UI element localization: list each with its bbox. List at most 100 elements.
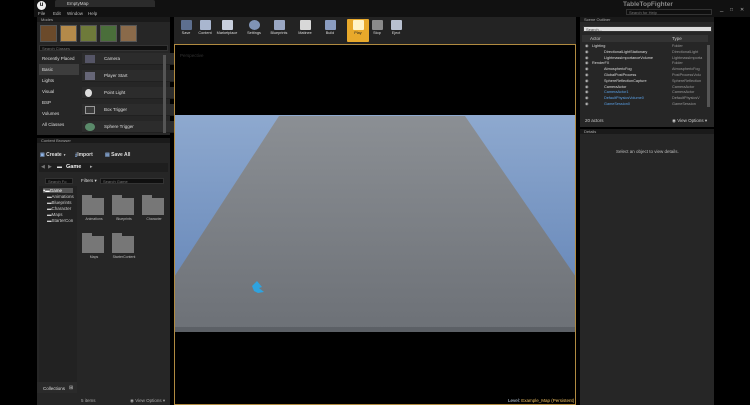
forward-icon[interactable]: ▶ bbox=[48, 164, 52, 170]
category-volumes[interactable]: Volumes bbox=[39, 108, 79, 119]
visibility-eye-icon[interactable]: ◉ bbox=[585, 102, 588, 107]
outliner-row[interactable]: ◉ SphereReflectionCapture SphereReflection bbox=[582, 79, 710, 84]
outliner-row[interactable]: ◉ GlobalPostProcess PostProcessVolu bbox=[582, 73, 710, 78]
asset-view: Animations Blueprints Character Maps Sta… bbox=[79, 186, 168, 396]
level-tab-label: EmptyMap bbox=[67, 1, 89, 6]
back-icon[interactable]: ◀ bbox=[41, 164, 45, 170]
foliage-mode-icon[interactable] bbox=[100, 25, 117, 42]
outliner-row[interactable]: ◉ LightmassImportanceVolume LightmassImpor… bbox=[582, 56, 710, 61]
import-button[interactable]: ⤓Import bbox=[75, 152, 93, 158]
category-visual[interactable]: Visual bbox=[39, 86, 79, 97]
build-toolbar-button[interactable]: Build bbox=[319, 19, 341, 42]
tree-item-animations[interactable]: ▬Animations bbox=[47, 194, 74, 199]
add-collection-icon[interactable]: ⊞ bbox=[69, 385, 73, 391]
asset-label-maps: Maps bbox=[89, 255, 99, 259]
outliner-row-type: SphereReflection bbox=[672, 78, 702, 83]
outliner-row[interactable]: ◉ DirectionalLightStationary DirectionalLi… bbox=[582, 50, 710, 55]
outliner-row[interactable]: ◉ RenderFX Folder bbox=[582, 61, 710, 66]
outliner-row[interactable]: ◉ AtmosphericFog AtmosphericFog bbox=[582, 67, 710, 72]
eject-toolbar-button[interactable]: Eject bbox=[385, 19, 407, 42]
outliner-row[interactable]: ◉ CameraActor1 CameraActor bbox=[582, 90, 710, 95]
collections-bar[interactable]: Collections ⊞ bbox=[37, 382, 77, 393]
matinee-toolbar-button[interactable]: Matinee bbox=[294, 19, 316, 42]
folder-search-input[interactable]: Search Fo bbox=[45, 178, 73, 184]
category-bsp[interactable]: BSP bbox=[39, 97, 79, 108]
visibility-eye-icon[interactable]: ◉ bbox=[585, 85, 588, 90]
project-name: TableTopFighter bbox=[623, 1, 673, 8]
cb-view-options-button[interactable]: ◉ View Options ▾ bbox=[130, 398, 165, 403]
visibility-eye-icon[interactable]: ◉ bbox=[585, 50, 588, 55]
blueprint-icon bbox=[273, 20, 285, 30]
modes-panel: Modes Search Classes Recently Placed Bas… bbox=[37, 17, 200, 135]
outliner-search-input[interactable]: Search... bbox=[583, 26, 712, 32]
outliner-row-name: DefaultPhysicsVolume0 bbox=[604, 96, 644, 101]
visibility-eye-icon[interactable]: ◉ bbox=[585, 44, 588, 49]
level-tab[interactable]: EmptyMap bbox=[55, 0, 155, 7]
outliner-row[interactable]: ◉ DefaultPhysicsVolume0 DefaultPhysicsV bbox=[582, 96, 710, 101]
category-basic[interactable]: Basic bbox=[39, 64, 79, 75]
paint-mode-icon[interactable] bbox=[60, 25, 77, 42]
visibility-eye-icon[interactable]: ◉ bbox=[585, 67, 588, 72]
marketplace-toolbar-button[interactable]: Marketplace bbox=[216, 19, 238, 42]
blueprints-toolbar-button[interactable]: Blueprints bbox=[268, 19, 290, 42]
folder-blueprints-icon[interactable] bbox=[112, 195, 134, 215]
path-arrow-icon: ▸ bbox=[90, 164, 93, 170]
path-bar: ◀ ▶ ▬ Game ▸ bbox=[39, 163, 168, 172]
folder-character-icon[interactable] bbox=[142, 195, 164, 215]
outliner-view-options-button[interactable]: ◉ View Options ▾ bbox=[672, 118, 707, 123]
visibility-eye-icon[interactable]: ◉ bbox=[585, 56, 588, 61]
menu-window[interactable]: Window bbox=[67, 11, 83, 16]
create-button[interactable]: ▣ Create ▼ bbox=[40, 152, 66, 158]
visibility-eye-icon[interactable]: ◉ bbox=[585, 61, 588, 66]
asset-search-input[interactable]: Search Game bbox=[100, 178, 164, 184]
class-search-input[interactable]: Search Classes bbox=[39, 45, 168, 51]
menu-edit[interactable]: Edit bbox=[53, 11, 61, 16]
scene-outliner-panel: Scene Outliner Search... Actor Type ◉ Lig… bbox=[580, 17, 714, 127]
clapperboard-icon bbox=[299, 20, 311, 30]
tree-item-blueprints[interactable]: ▬Blueprints bbox=[47, 200, 72, 205]
save-all-button[interactable]: ▤ Save All bbox=[105, 152, 130, 158]
folder-maps-icon[interactable] bbox=[82, 233, 104, 253]
filters-button[interactable]: Filters ▾ bbox=[81, 178, 97, 183]
menu-help[interactable]: Help bbox=[88, 11, 97, 16]
place-mode-icon[interactable] bbox=[40, 25, 57, 42]
close-button[interactable]: ✕ bbox=[740, 7, 744, 13]
modes-scrollbar[interactable] bbox=[163, 55, 166, 133]
folder-animations-icon[interactable] bbox=[82, 195, 104, 215]
outliner-rows: ◉ Lighting Folder ◉ DirectionalLightStationa… bbox=[582, 44, 710, 108]
visibility-eye-icon[interactable]: ◉ bbox=[585, 73, 588, 78]
maximize-button[interactable]: □ bbox=[730, 7, 733, 13]
visibility-eye-icon[interactable]: ◉ bbox=[585, 96, 588, 101]
column-actor[interactable]: Actor bbox=[590, 36, 601, 41]
visibility-eye-icon[interactable]: ◉ bbox=[585, 79, 588, 84]
settings-toolbar-button[interactable]: Settings bbox=[243, 19, 265, 42]
minimize-button[interactable]: _ bbox=[720, 6, 723, 12]
outliner-row[interactable]: ◉ GameSession0 GameSession bbox=[582, 102, 710, 107]
outliner-row-type: PostProcessVolu bbox=[672, 73, 701, 77]
geometry-mode-icon[interactable] bbox=[120, 25, 137, 42]
landscape-mode-icon[interactable] bbox=[80, 25, 97, 42]
category-all-classes[interactable]: All Classes bbox=[39, 119, 79, 130]
category-recently-placed[interactable]: Recently Placed bbox=[39, 53, 79, 64]
viewport-corner-label: Perspective bbox=[180, 53, 204, 58]
actor-count: 20 actors bbox=[585, 118, 604, 123]
outliner-row[interactable]: ◉ CameraActor CameraActor bbox=[582, 85, 710, 90]
folder-startercontent-icon[interactable] bbox=[112, 233, 134, 253]
folder-icon: ▬ bbox=[57, 164, 62, 170]
column-type[interactable]: Type bbox=[672, 36, 682, 41]
outliner-row-name: DirectionalLightStationary bbox=[604, 49, 648, 54]
outliner-scrollbar[interactable] bbox=[707, 45, 710, 107]
camera-icon bbox=[85, 55, 95, 63]
tree-item-character[interactable]: ▬Character bbox=[47, 206, 71, 211]
outliner-row[interactable]: ◉ Lighting Folder bbox=[582, 44, 710, 49]
tree-item-maps[interactable]: ▬Maps bbox=[47, 212, 63, 217]
tree-item-game[interactable]: ▾▬Game bbox=[43, 188, 73, 193]
level-viewport[interactable]: Perspective Level: Example_Map (Persiste… bbox=[174, 44, 576, 405]
tree-item-startercontent[interactable]: ▬StarterCon bbox=[47, 218, 73, 223]
menu-file[interactable]: File bbox=[38, 11, 45, 16]
visibility-eye-icon[interactable]: ◉ bbox=[585, 90, 588, 95]
path-game[interactable]: Game bbox=[66, 164, 81, 170]
help-search-input[interactable]: Search for Help bbox=[626, 9, 712, 15]
content-toolbar-button[interactable]: Content bbox=[194, 19, 216, 42]
category-lights[interactable]: Lights bbox=[39, 75, 79, 86]
